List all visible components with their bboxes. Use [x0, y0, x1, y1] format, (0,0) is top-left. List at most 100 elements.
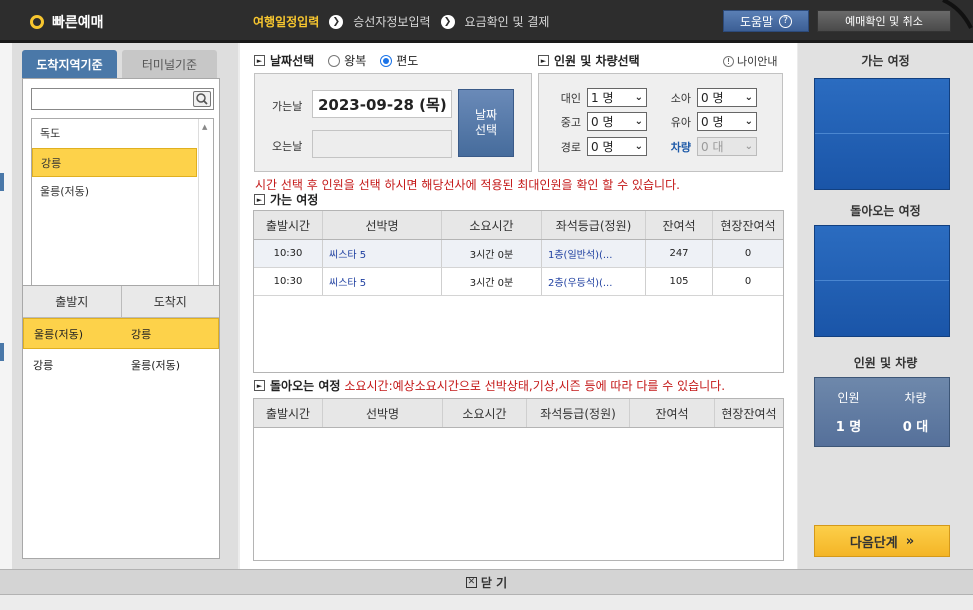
teen-value: 0 명 — [591, 115, 614, 129]
route-from: 울릉(저동) — [34, 327, 84, 341]
chevron-down-icon: ⌄ — [744, 92, 753, 103]
car-select[interactable]: 0 대 ⌄ — [697, 137, 757, 156]
route-to: 강릉 — [131, 327, 152, 341]
teen-select[interactable]: 0 명 ⌄ — [587, 112, 647, 131]
chevron-right-icon: ❯ — [440, 14, 455, 29]
table-row[interactable]: 10:30 씨스타 5 3시간 0분 2층(우등석)(... 105 0 — [254, 268, 783, 296]
go-schedule-table: 출발시간 선박명 소요시간 좌석등급(정원) 잔여석 현장잔여석 10:30 씨… — [253, 210, 784, 373]
region-tabs: 도착지역기준 터미널기준 — [22, 50, 217, 78]
next-step-button[interactable]: 다음단계 » — [814, 525, 950, 557]
route-table-header: 출발지 도착지 — [23, 286, 219, 318]
col-ship-name: 선박명 — [323, 211, 442, 239]
return-date-field[interactable] — [312, 130, 452, 158]
region-panel: 도착지역기준 터미널기준 독도 강릉 울릉(저동) ▲ ▼ 출발지 도착지 울릉… — [12, 43, 238, 569]
route-from: 강릉 — [33, 358, 54, 372]
pax-summary-label: 인원 — [837, 391, 860, 405]
col-seat-grade: 좌석등급(정원) — [527, 399, 630, 427]
senior-select[interactable]: 0 명 ⌄ — [587, 137, 647, 156]
infant-select[interactable]: 0 명 ⌄ — [697, 112, 757, 131]
one-way-radio[interactable]: 편도 — [380, 52, 418, 69]
chevron-down-icon: ⌄ — [744, 141, 753, 152]
summary-panel: 가는 여정 돌아오는 여정 인원 및 차량 인원 1 명 차량 0 대 다음단계… — [798, 43, 973, 569]
tab-terminal[interactable]: 터미널기준 — [122, 50, 217, 78]
close-label: 닫 기 — [480, 575, 508, 590]
car-value: 0 대 — [701, 140, 724, 154]
one-way-label: 편도 — [396, 54, 419, 68]
card-divider — [815, 280, 949, 281]
reservation-check-button[interactable]: 예매확인 및 취소 — [817, 10, 951, 32]
go-table-header: 출발시간 선박명 소요시간 좌석등급(정원) 잔여석 현장잔여석 — [254, 211, 783, 240]
bottom-bar: ✕ 닫 기 — [0, 569, 973, 595]
chevron-right-icon: ❯ — [329, 14, 344, 29]
select-date-button[interactable]: 날짜 선택 — [458, 89, 514, 157]
summary-pax-title: 인원 및 차량 — [853, 356, 918, 370]
age-info-link[interactable]: ! 나이안내 — [723, 53, 777, 69]
radio-checked-icon — [380, 54, 393, 67]
cell-duration: 3시간 0분 — [442, 240, 542, 267]
cell-seats: 247 — [646, 240, 713, 267]
cell-time: 10:30 — [254, 240, 323, 267]
table-row[interactable]: 10:30 씨스타 5 3시간 0분 1층(일반석)(... 247 0 — [254, 240, 783, 268]
scroll-up-icon[interactable]: ▲ — [202, 123, 207, 131]
close-icon: ✕ — [465, 576, 477, 588]
search-icon[interactable] — [193, 91, 211, 107]
step-1: 여행일정입력 — [253, 15, 320, 29]
section-arrow-icon: ► — [538, 55, 549, 66]
summary-return-title: 돌아오는 여정 — [850, 204, 921, 218]
round-trip-label: 왕복 — [344, 54, 367, 68]
chevron-down-icon: ⌄ — [744, 116, 753, 127]
region-search-input[interactable] — [31, 88, 214, 110]
help-button[interactable]: 도움말 ? — [723, 10, 809, 32]
select-date-line2: 선택 — [474, 123, 498, 137]
route-row[interactable]: 울릉(저동) 강릉 — [23, 318, 219, 349]
return-title-label: 돌아오는 여정 — [270, 379, 341, 393]
pax-summary-value: 1 명 — [835, 420, 862, 435]
close-button[interactable]: ✕ 닫 기 — [465, 574, 508, 591]
depart-date-field[interactable]: 2023-09-28 (목) — [312, 90, 452, 118]
col-duration: 소요시간 — [442, 211, 542, 239]
col-depart-time: 출발시간 — [254, 211, 323, 239]
col-onsite: 현장잔여석 — [721, 406, 777, 421]
round-trip-radio[interactable]: 왕복 — [328, 52, 366, 69]
card-divider — [815, 133, 949, 134]
col-seat-grade: 좌석등급(정원) — [542, 211, 646, 239]
cell-onsite: 0 — [744, 276, 752, 287]
step-indicator: 여행일정입력 ❯ 승선자정보입력 ❯ 요금확인 및 결제 — [253, 13, 549, 30]
region-list: 독도 강릉 울릉(저동) ▲ ▼ — [31, 118, 214, 308]
route-header-from: 출발지 — [23, 286, 122, 317]
info-icon: ! — [723, 55, 734, 67]
go-section-title: ► 가는 여정 — [254, 191, 318, 208]
child-row: 소아 0 명 ⌄ — [669, 88, 757, 107]
section-arrow-icon: ► — [254, 194, 265, 205]
car-label: 차량 — [670, 140, 691, 154]
adult-value: 1 명 — [591, 91, 614, 105]
corner-swoosh-icon — [942, 0, 973, 29]
region-item-ulleung-jeodong[interactable]: 울릉(저동) — [32, 177, 213, 206]
infant-value: 0 명 — [701, 115, 724, 129]
region-list-scrollbar[interactable]: ▲ ▼ — [198, 119, 213, 307]
chevron-down-icon: ⌄ — [634, 92, 643, 103]
step-3: 요금확인 및 결제 — [464, 15, 550, 29]
adult-select[interactable]: 1 명 ⌄ — [587, 88, 647, 107]
cell-ship: 씨스타 5 — [323, 240, 442, 267]
region-item-dokdo[interactable]: 독도 — [32, 119, 213, 148]
top-bar: 빠른예매 여행일정입력 ❯ 승선자정보입력 ❯ 요금확인 및 결제 도움말 ? … — [0, 0, 973, 43]
chevron-down-icon: ⌄ — [634, 141, 643, 152]
next-step-label: 다음단계 — [849, 535, 898, 551]
pax-title-label: 인원 및 차량선택 — [554, 54, 640, 68]
pax-summary: 인원 1 명 — [815, 378, 882, 446]
date-section-title: ► 날짜선택 왕복 편도 — [254, 52, 418, 69]
region-item-gangneung[interactable]: 강릉 — [32, 148, 197, 177]
child-select[interactable]: 0 명 ⌄ — [697, 88, 757, 107]
col-depart-time: 출발시간 — [254, 399, 323, 427]
tab-arrival-region[interactable]: 도착지역기준 — [22, 50, 117, 78]
cell-grade: 1층(일반석)(... — [542, 240, 646, 267]
edge-marker — [0, 173, 4, 191]
car-row: 차량 0 대 ⌄ — [669, 137, 757, 156]
pax-summary-card: 인원 1 명 차량 0 대 — [814, 377, 950, 447]
app-logo: 빠른예매 — [30, 12, 104, 32]
route-table: 출발지 도착지 울릉(저동) 강릉 강릉 울릉(저동) — [22, 285, 220, 559]
route-row[interactable]: 강릉 울릉(저동) — [23, 349, 219, 380]
cell-grade: 2층(우등석)(... — [542, 268, 646, 295]
summary-go-title: 가는 여정 — [861, 54, 910, 68]
